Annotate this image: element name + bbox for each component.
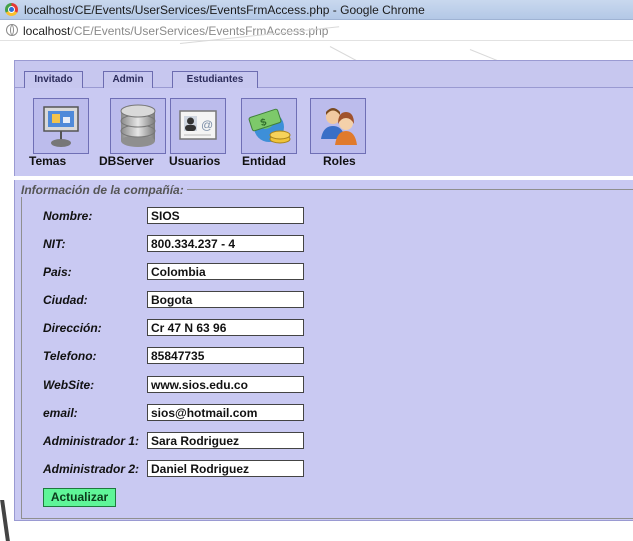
company-info-legend: Información de la compañía: [18, 183, 187, 197]
website-label: WebSite: [43, 378, 95, 392]
presentation-board-icon [43, 106, 79, 147]
nombre-input[interactable] [147, 207, 304, 224]
roles-button[interactable] [310, 98, 366, 154]
administrador-1-label: Administrador 1: [43, 434, 140, 448]
temas-button[interactable] [33, 98, 89, 154]
toolbar: @ $ Temas DBServer Usuarios Entidad Role… [14, 88, 633, 176]
temas-label: Temas [29, 154, 67, 168]
nit-input[interactable] [147, 235, 304, 252]
nombre-label: Nombre: [43, 209, 93, 223]
pais-input[interactable] [147, 263, 304, 280]
tab-invitado[interactable]: Invitado [24, 71, 83, 89]
usuarios-button[interactable]: @ [170, 98, 226, 154]
pais-label: Pais: [43, 265, 72, 279]
actualizar-button[interactable]: Actualizar [43, 488, 116, 507]
database-icon [120, 104, 156, 147]
entidad-button[interactable]: $ [241, 98, 297, 154]
usuarios-label: Usuarios [169, 154, 221, 168]
url-host: localhost [23, 24, 71, 38]
email-label: email: [43, 406, 78, 420]
telefono-input[interactable] [147, 347, 304, 364]
email-input[interactable] [147, 404, 304, 421]
url-text[interactable]: localhost/CE/Events/UserServices/EventsF… [23, 24, 328, 38]
website-input[interactable] [147, 376, 304, 393]
svg-text:@: @ [201, 118, 213, 132]
users-icon [321, 108, 357, 145]
address-bar[interactable]: localhost/CE/Events/UserServices/EventsF… [0, 20, 633, 41]
dbserver-button[interactable] [110, 98, 166, 154]
window-title: localhost/CE/Events/UserServices/EventsF… [24, 3, 425, 17]
entidad-label: Entidad [242, 154, 286, 168]
telefono-label: Telefono: [43, 349, 97, 363]
direccion-label: Dirección: [43, 321, 102, 335]
nit-label: NIT: [43, 237, 66, 251]
contact-card-icon: @ [179, 110, 217, 140]
administrador-2-label: Administrador 2: [43, 462, 140, 476]
tab-bar: Invitado Admin Estudiantes [14, 60, 633, 89]
ciudad-input[interactable] [147, 291, 304, 308]
direccion-input[interactable] [147, 319, 304, 336]
administrador-1-input[interactable] [147, 432, 304, 449]
window-title-bar: localhost/CE/Events/UserServices/EventsF… [0, 0, 633, 20]
money-globe-icon: $ [248, 108, 291, 144]
roles-label: Roles [323, 154, 356, 168]
tab-estudiantes[interactable]: Estudiantes [172, 71, 258, 89]
ciudad-label: Ciudad: [43, 293, 88, 307]
dbserver-label: DBServer [99, 154, 154, 168]
administrador-2-input[interactable] [147, 460, 304, 477]
tab-admin[interactable]: Admin [103, 71, 153, 89]
chrome-logo-icon [5, 3, 18, 16]
page-info-icon[interactable] [6, 24, 18, 36]
